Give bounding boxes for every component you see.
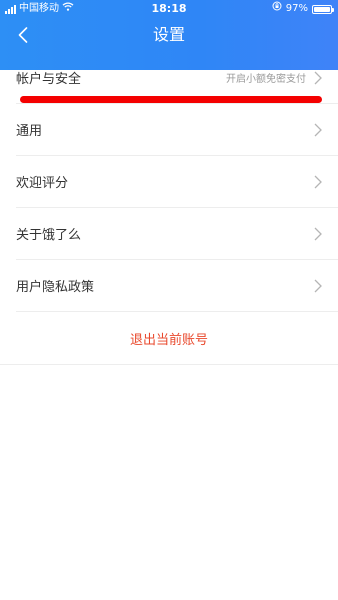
chevron-right-icon [314, 71, 322, 84]
status-bar: 中国移动 18:18 97% [0, 0, 338, 18]
nav-bar: 设置 [0, 18, 338, 52]
settings-item-rate-app[interactable]: 欢迎评分 [16, 156, 338, 208]
settings-item-general[interactable]: 通用 [16, 104, 338, 156]
settings-item-about[interactable]: 关于饿了么 [16, 208, 338, 260]
settings-item-hint: 开启小额免密支付 [226, 74, 306, 85]
settings-item-privacy-policy[interactable]: 用户隐私政策 [16, 260, 338, 312]
battery-percent: 97% [285, 3, 308, 14]
chevron-right-icon [314, 175, 322, 188]
settings-item-label: 通用 [16, 124, 43, 139]
orientation-lock-icon [272, 0, 282, 18]
chevron-right-icon [314, 123, 322, 136]
settings-item-label: 用户隐私政策 [16, 280, 95, 295]
logout-button[interactable]: 退出当前账号 [0, 312, 338, 365]
page-title: 设置 [152, 25, 185, 44]
chevron-right-icon [314, 279, 322, 292]
settings-item-label: 帐户与安全 [16, 72, 82, 87]
settings-list: 帐户与安全 开启小额免密支付 通用 欢迎评分 关于饿了么 用户隐私政策 [0, 52, 338, 312]
battery-icon [312, 4, 334, 14]
logout-label: 退出当前账号 [129, 332, 208, 348]
annotation-red-line [20, 96, 322, 103]
settings-item-label: 关于饿了么 [16, 228, 82, 243]
settings-item-label: 欢迎评分 [16, 176, 69, 191]
chevron-right-icon [314, 227, 322, 240]
